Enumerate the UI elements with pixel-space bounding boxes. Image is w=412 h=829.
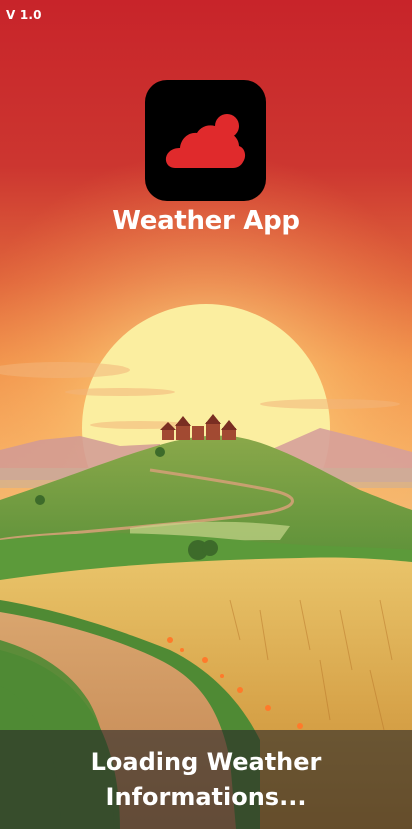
app-logo bbox=[145, 80, 266, 201]
splash-screen: V 1.0 Weather App Loading Weather Inform… bbox=[0, 0, 412, 829]
app-title: Weather App bbox=[112, 206, 300, 236]
version-label: V 1.0 bbox=[6, 8, 42, 22]
cloud-sun-icon bbox=[165, 108, 245, 168]
loading-message: Loading Weather Informations... bbox=[90, 747, 322, 811]
loading-overlay: Loading Weather Informations... bbox=[0, 730, 412, 829]
